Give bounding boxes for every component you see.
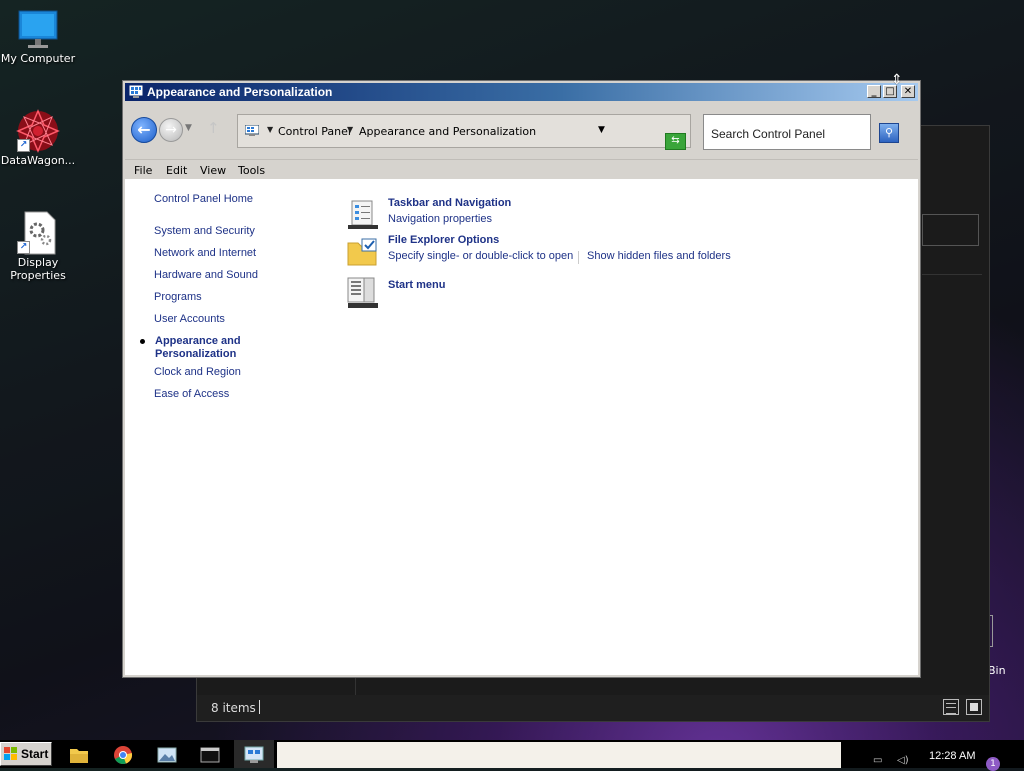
shortcut-arrow-icon: ↗ — [17, 139, 30, 152]
sidebar-item-ease-of-access[interactable]: Ease of Access — [154, 388, 229, 400]
window-title: Appearance and Personalization — [147, 85, 333, 99]
breadcrumb-control-panel[interactable]: Control Panel — [278, 125, 351, 138]
monitor-icon — [18, 10, 58, 48]
desktop-icon-label: Display Properties — [10, 256, 66, 282]
navigation-bar: ← → ▼ ↑ ▼ Control Panel ▼ Appearance and… — [125, 103, 918, 159]
breadcrumb-appearance[interactable]: Appearance and Personalization — [359, 125, 536, 138]
file-explorer-icon[interactable] — [68, 744, 90, 766]
sidebar-current-line2: Personalization — [155, 348, 237, 360]
background-search-box — [922, 214, 979, 246]
category-taskbar-and-navigation[interactable]: Taskbar and Navigation — [388, 197, 511, 209]
windows-logo-icon — [4, 747, 17, 760]
current-page-bullet — [140, 339, 145, 344]
refresh-icon[interactable]: ⇆ — [665, 133, 686, 150]
taskbar-icon — [348, 200, 378, 229]
shortcut-arrow-icon: ↗ — [17, 241, 30, 254]
sidebar-item-programs[interactable]: Programs — [154, 291, 202, 303]
forward-button[interactable]: → — [159, 118, 183, 142]
volume-icon[interactable]: ◁) — [897, 755, 909, 766]
sidebar-current-line1: Appearance and — [155, 335, 241, 347]
desktop-partial-label: Bin — [988, 664, 1006, 677]
notification-icon[interactable]: 1 — [986, 757, 1000, 771]
address-dropdown-icon[interactable]: ▼ — [598, 125, 605, 135]
terminal-icon[interactable] — [199, 744, 221, 766]
folder-options-icon — [347, 238, 377, 266]
search-icon[interactable]: ⚲ — [879, 123, 899, 143]
desktop-icon-display-properties[interactable]: ↗ Display Properties — [0, 210, 76, 282]
control-panel-icon — [129, 85, 143, 98]
divider — [922, 274, 982, 275]
start-menu-icon — [347, 277, 378, 308]
resize-cursor-icon: ⇕ — [891, 72, 903, 88]
breadcrumb-chevron-icon[interactable]: ▼ — [267, 125, 273, 134]
category-start-menu[interactable]: Start menu — [388, 279, 445, 291]
sidebar-item-user-accounts[interactable]: User Accounts — [154, 313, 225, 325]
link-single-double-click[interactable]: Specify single- or double-click to open — [388, 250, 573, 262]
content-area: Control Panel Home System and Security N… — [125, 179, 918, 675]
sidebar-item-control-panel-home[interactable]: Control Panel Home — [154, 193, 253, 205]
sidebar-item-system-and-security[interactable]: System and Security — [154, 225, 255, 237]
image-viewer-icon[interactable] — [156, 744, 178, 766]
chrome-icon[interactable] — [112, 744, 134, 766]
taskbar: Start ▭ ◁) 12:28 AM 1 — [0, 740, 1024, 771]
back-button[interactable]: ← — [131, 117, 157, 143]
sidebar-item-network-and-internet[interactable]: Network and Internet — [154, 247, 256, 259]
link-navigation-properties[interactable]: Navigation properties — [388, 213, 492, 225]
start-button[interactable]: Start — [0, 742, 52, 766]
category-file-explorer-options[interactable]: File Explorer Options — [388, 234, 499, 246]
control-panel-icon[interactable] — [243, 744, 265, 766]
large-icons-view-icon[interactable] — [966, 699, 982, 715]
close-button[interactable]: ✕ — [901, 85, 915, 98]
address-bar[interactable]: ▼ Control Panel ▼ Appearance and Persona… — [237, 114, 691, 148]
title-bar[interactable]: Appearance and Personalization _ □ ✕ — [125, 83, 918, 101]
up-button[interactable]: ↑ — [207, 119, 220, 137]
start-label: Start — [21, 747, 49, 761]
link-show-hidden-files[interactable]: Show hidden files and folders — [587, 250, 731, 262]
taskbar-search-field[interactable] — [277, 742, 841, 768]
clock[interactable]: 12:28 AM — [929, 750, 975, 762]
details-view-icon[interactable] — [943, 699, 959, 715]
desktop-icon-my-computer[interactable]: My Computer — [0, 10, 76, 65]
control-panel-window: Appearance and Personalization _ □ ✕ ← →… — [122, 80, 921, 678]
desktop-icon-datawagon[interactable]: ↗ DataWagon... — [0, 108, 76, 167]
breadcrumb-chevron-icon[interactable]: ▼ — [347, 125, 353, 134]
menu-edit[interactable]: Edit — [166, 164, 187, 177]
status-bar: 8 items — [197, 695, 989, 721]
sidebar-item-clock-and-region[interactable]: Clock and Region — [154, 366, 241, 378]
divider — [578, 251, 579, 264]
desktop-icon-label: My Computer — [0, 52, 76, 65]
recent-pages-dropdown-icon[interactable]: ▼ — [185, 123, 192, 133]
divider — [259, 700, 260, 714]
menu-tools[interactable]: Tools — [238, 164, 265, 177]
desktop-icon-label: DataWagon... — [0, 154, 76, 167]
item-count: 8 items — [211, 701, 256, 715]
control-panel-icon — [245, 125, 259, 136]
network-icon[interactable]: ▭ — [873, 755, 882, 766]
search-input[interactable]: Search Control Panel — [703, 114, 871, 150]
minimize-button[interactable]: _ — [867, 85, 881, 98]
menu-view[interactable]: View — [200, 164, 226, 177]
sidebar-item-current: Appearance and Personalization — [155, 335, 241, 361]
sidebar-item-hardware-and-sound[interactable]: Hardware and Sound — [154, 269, 258, 281]
menu-bar: File Edit View Tools — [125, 159, 918, 180]
menu-file[interactable]: File — [134, 164, 152, 177]
